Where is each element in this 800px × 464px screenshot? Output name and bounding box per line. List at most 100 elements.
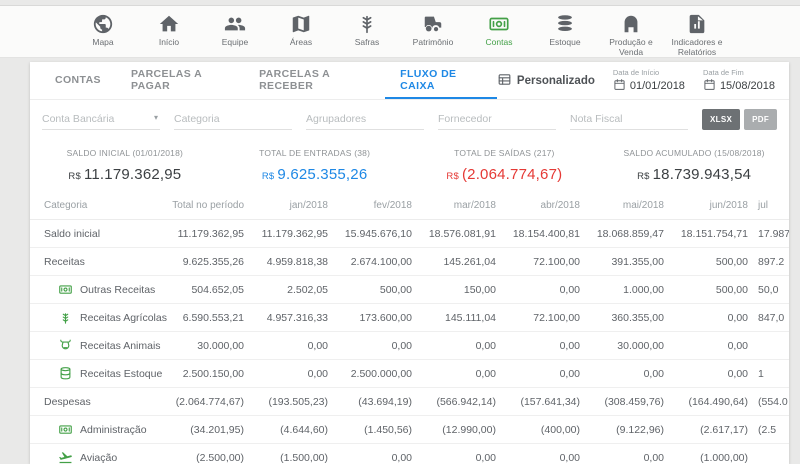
row-label: Administração [80, 424, 147, 436]
col-jan: jan/2018 [244, 200, 328, 211]
nav-item-tractor[interactable]: Patrimônio [400, 13, 466, 57]
cell: (2.5 [748, 424, 789, 436]
summary-accumulated-balance: SALDO ACUMULADO (15/08/2018) R$18.739.94… [599, 148, 789, 184]
nav-item-wheat[interactable]: Safras [334, 13, 400, 57]
cell: (4.644,60) [244, 424, 328, 436]
col-total: Total no período [160, 200, 244, 211]
tab-parcelas-a-receber[interactable]: PARCELAS A RECEBER [244, 62, 385, 99]
nav-item-label: Safras [334, 37, 400, 47]
cashflow-table: Categoria Total no período jan/2018 fev/… [30, 192, 789, 464]
table-row-receitas-estoque[interactable]: Receitas Estoque 2.500.150,000,002.500.0… [30, 360, 789, 388]
row-label: Saldo inicial [44, 228, 100, 240]
nav-item-silo[interactable]: Produção e Venda [598, 13, 664, 57]
cell: 897.2 [748, 256, 789, 268]
nav-item-globe[interactable]: Mapa [70, 13, 136, 57]
row-category: Administração [30, 422, 160, 437]
summary-label: TOTAL DE SAÍDAS (217) [410, 148, 600, 158]
export-pdf-button[interactable]: PDF [744, 109, 777, 130]
nav-item-label: Contas [466, 37, 532, 47]
row-category: Saldo inicial [30, 228, 160, 240]
table-row-outras-receitas[interactable]: Outras Receitas 504.652,052.502,05500,00… [30, 276, 789, 304]
table-row-receitas-animais[interactable]: Receitas Animais 30.000,000,000,000,000,… [30, 332, 789, 360]
nav-item-stack[interactable]: Estoque [532, 13, 598, 57]
table-row-receitas-agrícolas[interactable]: Receitas Agrícolas 6.590.553,214.957.316… [30, 304, 789, 332]
row-category: Receitas Estoque [30, 366, 160, 381]
plane-icon [58, 450, 73, 464]
cell: 4.959.818,38 [244, 256, 328, 268]
calendar-icon [613, 78, 626, 94]
nav-item-people[interactable]: Equipe [202, 13, 268, 57]
row-label: Receitas Estoque [80, 368, 162, 380]
money-icon [58, 282, 73, 297]
globe-icon [92, 13, 114, 35]
invoice-input[interactable] [570, 110, 688, 130]
stack-icon [554, 13, 576, 35]
supplier-input[interactable] [438, 110, 556, 130]
date-range-icon [497, 72, 512, 90]
cell: 847,0 [748, 312, 789, 324]
category-input[interactable] [174, 110, 292, 130]
cell: 15.945.676,10 [328, 228, 412, 240]
start-date-field[interactable]: Data de Início 01/01/2018 [613, 68, 685, 94]
row-label: Aviação [80, 452, 117, 464]
table-row-receitas[interactable]: Receitas 9.625.355,264.959.818,382.674.1… [30, 248, 789, 276]
nav-item-report[interactable]: Indicadores e Relatórios [664, 13, 730, 57]
summary-initial-balance: SALDO INICIAL (01/01/2018) R$11.179.362,… [30, 148, 220, 184]
nav-item-label: Início [136, 37, 202, 47]
cell: (164.490,64) [664, 396, 748, 408]
col-mar: mar/2018 [412, 200, 496, 211]
nav-item-label: Indicadores e Relatórios [664, 37, 730, 57]
tab-fluxo-de-caixa[interactable]: FLUXO DE CAIXA [385, 62, 497, 99]
end-date-field[interactable]: Data de Fim 15/08/2018 [703, 68, 775, 94]
cashflow-table-body: Saldo inicial 11.179.362,9511.179.362,95… [30, 220, 789, 464]
row-category: Receitas Animais [30, 338, 160, 353]
col-categoria: Categoria [30, 200, 160, 211]
cell: 1 [748, 368, 789, 380]
report-icon [686, 13, 708, 35]
nav-item-label: Patrimônio [400, 37, 466, 47]
cell: 4.957.316,33 [244, 312, 328, 324]
cell: (554.0 [748, 396, 789, 408]
tabs-bar: CONTAS PARCELAS A PAGAR PARCELAS A RECEB… [30, 62, 789, 100]
bank-account-select-wrap: ▾ [42, 109, 160, 130]
cell: (1.450,56) [328, 424, 412, 436]
cell: 173.600,00 [328, 312, 412, 324]
nav-item-label: Estoque [532, 37, 598, 47]
nav-item-label: Mapa [70, 37, 136, 47]
table-row-aviação[interactable]: Aviação (2.500,00)(1.500,00)0,000,000,00… [30, 444, 789, 464]
cell: 0,00 [580, 368, 664, 380]
period-mode-label: Personalizado [517, 75, 595, 87]
table-header: Categoria Total no período jan/2018 fev/… [30, 192, 789, 220]
row-label: Receitas [44, 256, 85, 268]
cell: 0,00 [664, 340, 748, 352]
summary-row: SALDO INICIAL (01/01/2018) R$11.179.362,… [30, 138, 789, 192]
table-row-saldo-inicial[interactable]: Saldo inicial 11.179.362,9511.179.362,95… [30, 220, 789, 248]
cell: (1.500,00) [244, 452, 328, 464]
cell: 0,00 [412, 340, 496, 352]
home-icon [158, 13, 180, 35]
col-mai: mai/2018 [580, 200, 664, 211]
nav-item-home[interactable]: Início [136, 13, 202, 57]
end-date-value: 15/08/2018 [720, 80, 775, 92]
map-icon [290, 13, 312, 35]
cell: 0,00 [412, 368, 496, 380]
period-mode-button[interactable]: Personalizado [497, 72, 595, 90]
cell: (34.201,95) [160, 424, 244, 436]
col-fev: fev/2018 [328, 200, 412, 211]
plant-icon [58, 310, 73, 325]
groupers-input[interactable] [306, 110, 424, 130]
nav-item-map[interactable]: Áreas [268, 13, 334, 57]
bank-account-select[interactable] [42, 110, 160, 130]
table-row-despesas[interactable]: Despesas (2.064.774,67)(193.505,23)(43.6… [30, 388, 789, 416]
cell: 0,00 [412, 452, 496, 464]
tab-contas[interactable]: CONTAS [40, 62, 116, 99]
cell: (2.500,00) [160, 452, 244, 464]
nav-item-cash[interactable]: Contas [466, 13, 532, 57]
export-xlsx-button[interactable]: XLSX [702, 109, 740, 130]
table-row-administração[interactable]: Administração (34.201,95)(4.644,60)(1.45… [30, 416, 789, 444]
start-date-label: Data de Início [613, 68, 685, 77]
col-jun: jun/2018 [664, 200, 748, 211]
tab-parcelas-a-pagar[interactable]: PARCELAS A PAGAR [116, 62, 244, 99]
summary-total-out: TOTAL DE SAÍDAS (217) R$(2.064.774,67) [410, 148, 600, 184]
cell: (2.064.774,67) [160, 396, 244, 408]
